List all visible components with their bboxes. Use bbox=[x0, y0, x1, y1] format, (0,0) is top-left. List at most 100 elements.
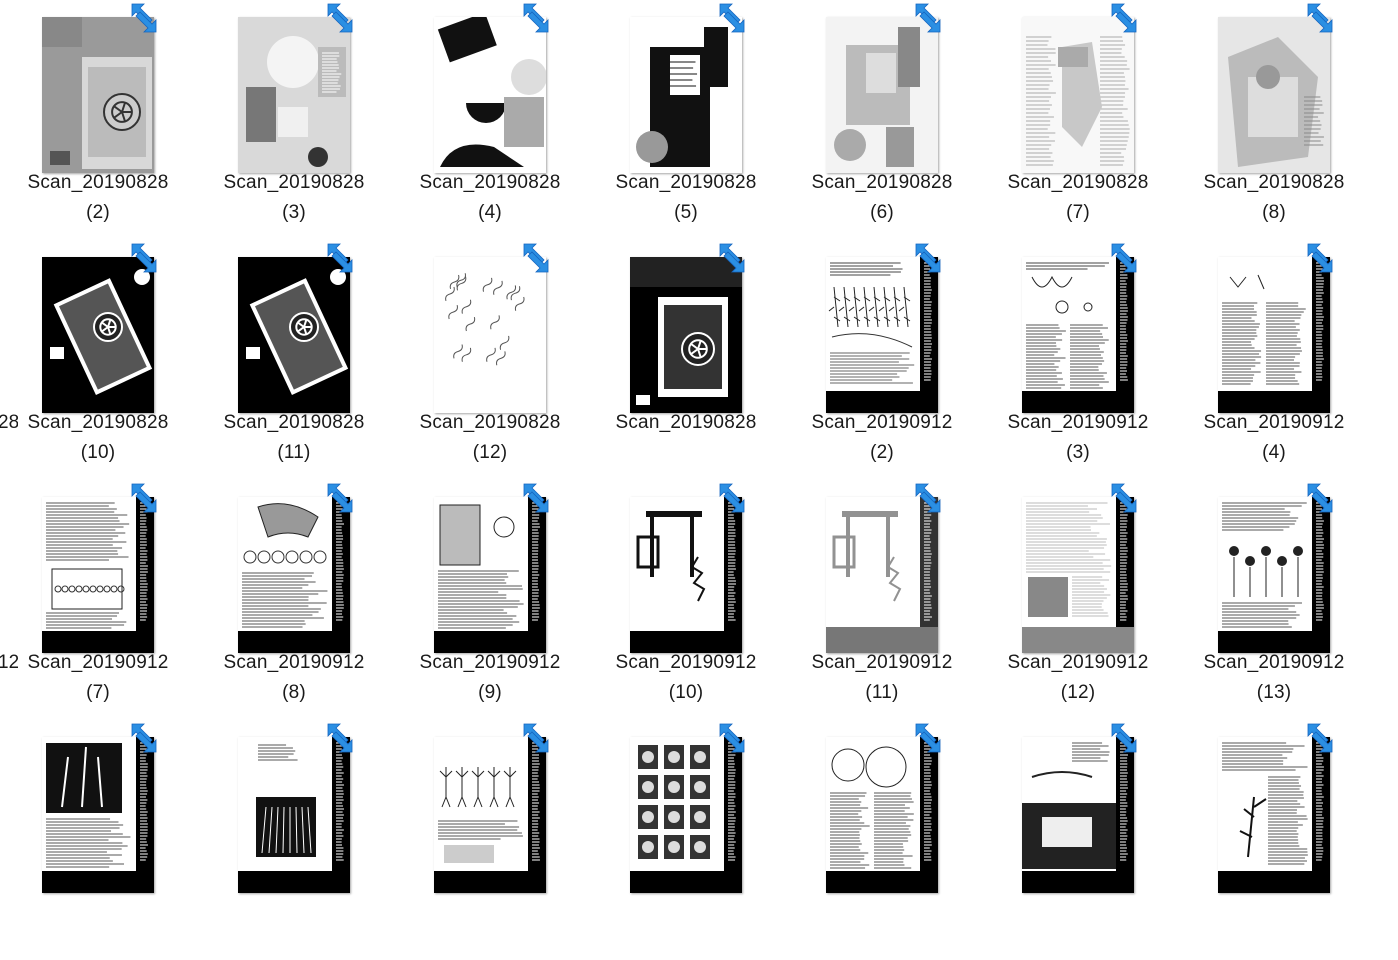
file-thumbnail bbox=[42, 497, 154, 653]
file-name: Scan_20190912 (4) bbox=[1176, 408, 1372, 468]
file-name: Scan_20190828 (5) bbox=[588, 168, 784, 228]
shortcut-arrow-icon bbox=[912, 480, 944, 516]
file-tile[interactable]: Scan_20190912 (4) bbox=[1176, 240, 1372, 480]
file-name: Scan_20190912 (10) bbox=[588, 648, 784, 708]
file-name-line1: Scan_20190912 bbox=[1007, 412, 1149, 433]
file-name: Scan_20190828 (3) bbox=[196, 168, 392, 228]
file-tile[interactable] bbox=[196, 720, 392, 960]
file-name-line1: Scan_20190828 bbox=[1007, 172, 1149, 193]
shortcut-arrow-icon bbox=[324, 240, 356, 276]
file-name: Scan_20190828 (7) bbox=[980, 168, 1176, 228]
file-tile[interactable]: Scan_20190912 (12) bbox=[980, 480, 1176, 720]
file-name-line1: Scan_20190828 bbox=[223, 412, 365, 433]
file-tile[interactable]: Scan_20190828 (3) bbox=[196, 0, 392, 240]
file-name-line2: (4) bbox=[1262, 442, 1286, 463]
file-tile[interactable]: Scan_20190912 (10) bbox=[588, 480, 784, 720]
file-name: Scan_20190828 bbox=[588, 408, 784, 438]
file-tile[interactable]: Scan_20190828 (10) bbox=[0, 240, 196, 480]
file-name-line2: (10) bbox=[80, 442, 116, 463]
file-tile[interactable]: Scan_20190912 (13) bbox=[1176, 480, 1372, 720]
file-name: Scan_20190828 (12) bbox=[392, 408, 588, 468]
file-thumbnail bbox=[434, 257, 546, 413]
file-tile[interactable] bbox=[588, 720, 784, 960]
file-name-line1: Scan_20190828 bbox=[615, 172, 757, 193]
shortcut-arrow-icon bbox=[128, 240, 160, 276]
shortcut-arrow-icon bbox=[520, 720, 552, 756]
file-thumbnail bbox=[630, 497, 742, 653]
file-name-line2: (13) bbox=[1256, 682, 1292, 703]
file-name-line1: Scan_20190912 bbox=[27, 652, 169, 673]
file-name-line1: Scan_20190828 bbox=[27, 412, 169, 433]
file-tile[interactable]: Scan_20190828 (11) bbox=[196, 240, 392, 480]
file-name: Scan_20190828 (4) bbox=[392, 168, 588, 228]
shortcut-arrow-icon bbox=[716, 240, 748, 276]
file-name: Scan_20190912 (7) bbox=[0, 648, 196, 708]
file-name-line2: (12) bbox=[1060, 682, 1096, 703]
file-tile[interactable]: Scan_20190912 (2) bbox=[784, 240, 980, 480]
file-name-line1: Scan_20190912 bbox=[1007, 652, 1149, 673]
file-tile[interactable]: Scan_20190912 (7) bbox=[0, 480, 196, 720]
shortcut-arrow-icon bbox=[716, 0, 748, 36]
file-tile[interactable]: Scan_20190828 (2) bbox=[0, 0, 196, 240]
file-name-line1: Scan_20190828 bbox=[419, 412, 561, 433]
shortcut-arrow-icon bbox=[912, 0, 944, 36]
shortcut-arrow-icon bbox=[912, 240, 944, 276]
file-tile[interactable]: Scan_20190828 (8) bbox=[1176, 0, 1372, 240]
file-thumbnail bbox=[1022, 257, 1134, 413]
file-tile[interactable]: Scan_20190828 bbox=[588, 240, 784, 480]
shortcut-arrow-icon bbox=[128, 720, 160, 756]
shortcut-arrow-icon bbox=[1108, 720, 1140, 756]
file-tile[interactable] bbox=[980, 720, 1176, 960]
file-thumbnail bbox=[1218, 497, 1330, 653]
file-name-line1: Scan_20190912 bbox=[223, 652, 365, 673]
file-name-line1: Scan_20190912 bbox=[1203, 412, 1345, 433]
shortcut-arrow-icon bbox=[128, 480, 160, 516]
file-name-line1: Scan_20190828 bbox=[811, 172, 953, 193]
file-thumbnail bbox=[434, 497, 546, 653]
file-thumbnail bbox=[434, 17, 546, 173]
file-thumbnail bbox=[434, 737, 546, 893]
file-name-line1: Scan_20190912 bbox=[1203, 652, 1345, 673]
file-tile[interactable]: Scan_20190828 (5) bbox=[588, 0, 784, 240]
file-tile[interactable]: Scan_20190912 (11) bbox=[784, 480, 980, 720]
file-name: Scan_20190912 (13) bbox=[1176, 648, 1372, 708]
file-tile[interactable]: Scan_20190828 (6) bbox=[784, 0, 980, 240]
file-name-line1: Scan_20190912 bbox=[615, 652, 757, 673]
file-name-line2: (8) bbox=[1262, 202, 1286, 223]
shortcut-arrow-icon bbox=[716, 720, 748, 756]
file-name: Scan_20190828 (6) bbox=[784, 168, 980, 228]
file-name: Scan_20190828 (10) bbox=[0, 408, 196, 468]
file-name-line1: Scan_20190912 bbox=[811, 412, 953, 433]
file-tile[interactable] bbox=[1176, 720, 1372, 960]
file-name: Scan_20190912 (12) bbox=[980, 648, 1176, 708]
file-name-line2: (3) bbox=[282, 202, 306, 223]
file-name-line1: Scan_20190828 bbox=[1203, 172, 1345, 193]
file-tile[interactable] bbox=[392, 720, 588, 960]
file-thumbnail bbox=[238, 737, 350, 893]
file-tile[interactable] bbox=[0, 720, 196, 960]
file-tile[interactable]: Scan_20190912 (8) bbox=[196, 480, 392, 720]
file-thumbnail bbox=[826, 17, 938, 173]
file-name: Scan_20190912 (11) bbox=[784, 648, 980, 708]
file-name-line2: (10) bbox=[668, 682, 704, 703]
file-name-line2: (12) bbox=[472, 442, 508, 463]
file-thumbnail bbox=[42, 17, 154, 173]
shortcut-arrow-icon bbox=[324, 720, 356, 756]
file-tile[interactable]: Scan_20190912 (9) bbox=[392, 480, 588, 720]
file-name-line1: Scan_20190828 bbox=[419, 172, 561, 193]
file-tile[interactable]: Scan_20190828 (7) bbox=[980, 0, 1176, 240]
file-tile[interactable]: Scan_20190912 (3) bbox=[980, 240, 1176, 480]
file-name-line2: (6) bbox=[870, 202, 894, 223]
file-name-line2: (3) bbox=[1066, 442, 1090, 463]
file-name: Scan_20190912 (9) bbox=[392, 648, 588, 708]
shortcut-arrow-icon bbox=[324, 0, 356, 36]
file-name: Scan_20190828 (2) bbox=[0, 168, 196, 228]
file-tile[interactable] bbox=[784, 720, 980, 960]
file-thumbnail bbox=[826, 497, 938, 653]
file-tile[interactable]: Scan_20190828 (4) bbox=[392, 0, 588, 240]
file-tile[interactable]: Scan_20190828 (12) bbox=[392, 240, 588, 480]
file-thumbnail bbox=[630, 257, 742, 413]
file-name: Scan_20190912 (2) bbox=[784, 408, 980, 468]
file-name-line1: Scan_20190828 bbox=[27, 172, 169, 193]
file-name-line1: Scan_20190912 bbox=[811, 652, 953, 673]
